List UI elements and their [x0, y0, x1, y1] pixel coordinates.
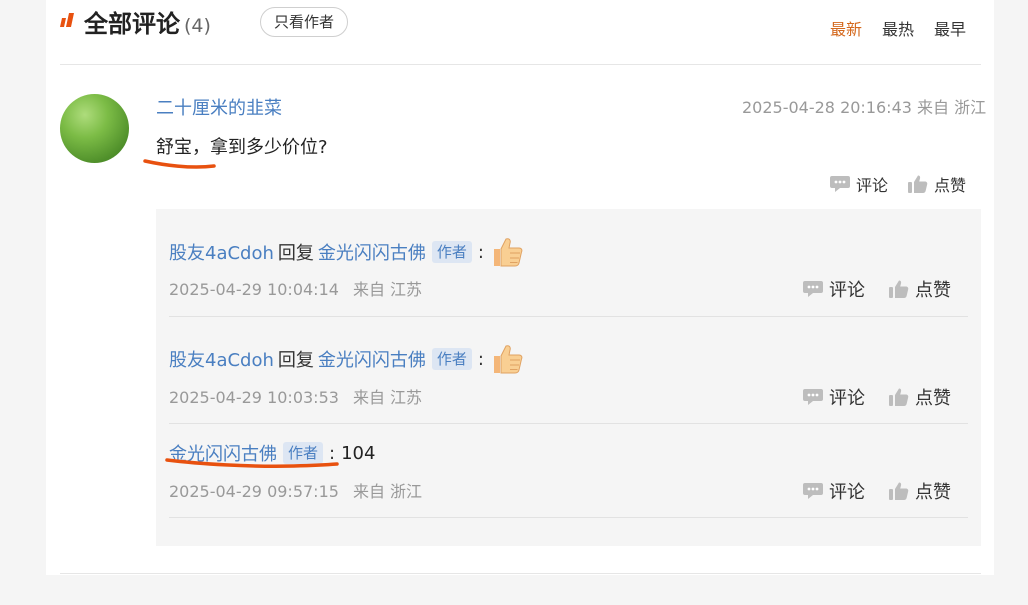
reply-content: 104 [341, 442, 376, 464]
reply-username[interactable]: 金光闪闪古佛 [169, 440, 277, 466]
reply-word: 回复 [277, 350, 314, 371]
section-title: 全部评论 (4) [84, 4, 211, 39]
reply-comment-button[interactable]: 评论 [802, 384, 865, 410]
reply-item: 金光闪闪古佛 作者 : 104 [169, 440, 375, 466]
reply-divider [169, 423, 968, 424]
reply-colon: : [477, 241, 484, 263]
reply-timestamp: 2025-04-29 10:03:53 [169, 388, 339, 407]
avatar[interactable] [60, 94, 129, 163]
comment-username[interactable]: 二十厘米的韭菜 [156, 94, 282, 120]
reply-target-username[interactable]: 金光闪闪古佛 [318, 239, 426, 265]
speech-bubble-icon [803, 281, 823, 297]
speech-bubble-icon [803, 389, 823, 405]
reply-comment-label: 评论 [829, 388, 865, 409]
reply-like-label: 点赞 [915, 388, 951, 409]
thumbs-up-emoji-icon [494, 345, 523, 374]
reply-like-label: 点赞 [915, 482, 951, 503]
author-badge: 作者 [431, 348, 472, 370]
speech-bubble-icon [830, 176, 850, 192]
speech-bubble-icon [803, 483, 823, 499]
author-badge: 作者 [431, 241, 472, 263]
section-title-text: 全部评论 [84, 10, 180, 38]
thumbs-up-icon [908, 175, 928, 193]
thumbs-up-emoji-icon [494, 238, 523, 267]
comment-count: (4) [184, 15, 211, 37]
reply-timestamp: 2025-04-29 10:04:14 [169, 280, 339, 299]
reply-comment-label: 评论 [829, 482, 865, 503]
author-only-button[interactable]: 只看作者 [260, 7, 349, 37]
thumbs-up-icon [889, 482, 909, 500]
reply-divider [169, 316, 968, 317]
comment-content: 舒宝，拿到多少价位? [156, 137, 328, 158]
reply-like-button[interactable]: 点赞 [888, 384, 951, 410]
reply-username[interactable]: 股友4aCdoh [169, 239, 274, 265]
reply-comment-button[interactable]: 评论 [802, 478, 865, 504]
orange-bars-icon [60, 13, 74, 27]
reply-comment-label: 评论 [829, 280, 865, 301]
thumbs-up-icon [889, 388, 909, 406]
footer-divider [60, 573, 981, 574]
sort-newest-tab[interactable]: 最新 [830, 16, 862, 40]
reply-item: 股友4aCdoh 回复 金光闪闪古佛 作者 : [169, 236, 524, 268]
comment-timestamp: 2025-04-28 20:16:43 来自 浙江 [742, 98, 987, 117]
reply-colon: : [477, 348, 484, 370]
reply-meta: 2025-04-29 09:57:15 来自 浙江 [169, 478, 422, 502]
like-button[interactable]: 点赞 [907, 172, 966, 196]
header-divider [60, 64, 981, 65]
reply-colon: : [329, 442, 336, 464]
reply-word: 回复 [277, 243, 314, 264]
reply-comment-button[interactable]: 评论 [802, 276, 865, 302]
comment-button-label: 评论 [856, 176, 889, 195]
reply-like-button[interactable]: 点赞 [888, 276, 951, 302]
reply-like-label: 点赞 [915, 280, 951, 301]
reply-target-username[interactable]: 金光闪闪古佛 [318, 346, 426, 372]
reply-meta: 2025-04-29 10:04:14 来自 江苏 [169, 276, 422, 300]
reply-like-button[interactable]: 点赞 [888, 478, 951, 504]
sort-oldest-tab[interactable]: 最早 [934, 16, 966, 40]
comment-button[interactable]: 评论 [829, 172, 888, 196]
sort-hottest-tab[interactable]: 最热 [882, 16, 914, 40]
reply-location: 来自 江苏 [352, 280, 423, 299]
like-button-label: 点赞 [934, 176, 967, 195]
reply-location: 来自 浙江 [352, 482, 423, 501]
reply-divider [169, 517, 968, 518]
reply-meta: 2025-04-29 10:03:53 来自 江苏 [169, 384, 422, 408]
reply-timestamp: 2025-04-29 09:57:15 [169, 482, 339, 501]
reply-item: 股友4aCdoh 回复 金光闪闪古佛 作者 : [169, 343, 524, 375]
author-badge: 作者 [283, 442, 324, 464]
thumbs-up-icon [889, 280, 909, 298]
reply-username[interactable]: 股友4aCdoh [169, 346, 274, 372]
reply-location: 来自 江苏 [352, 388, 423, 407]
